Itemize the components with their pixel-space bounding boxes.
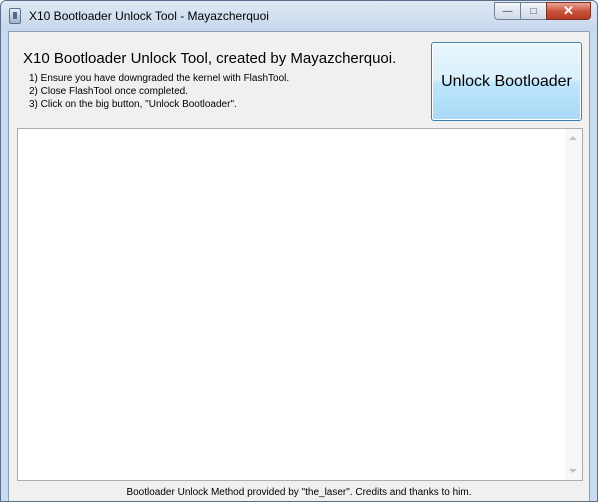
app-icon[interactable] [9,8,21,24]
close-icon: ✕ [563,3,574,18]
title-bar[interactable]: X10 Bootloader Unlock Tool - Mayazcherqu… [1,1,597,31]
minimize-icon: — [502,5,513,17]
close-button[interactable]: ✕ [546,2,591,20]
maximize-icon: □ [530,5,537,17]
credits-footer: Bootloader Unlock Method provided by "th… [126,487,472,498]
unlock-bootloader-button[interactable]: Unlock Bootloader [431,42,582,121]
minimize-button[interactable]: — [494,2,521,20]
instruction-list: 1) Ensure you have downgraded the kernel… [29,72,289,111]
instruction-step-1: 1) Ensure you have downgraded the kernel… [29,73,290,84]
window-controls: — □ ✕ [494,2,591,21]
instruction-step-2: 2) Close FlashTool once completed. [29,86,188,97]
app-window: X10 Bootloader Unlock Tool - Mayazcherqu… [0,0,598,502]
client-area: X10 Bootloader Unlock Tool, created by M… [8,31,590,501]
vertical-scrollbar[interactable] [565,129,582,480]
window-title: X10 Bootloader Unlock Tool - Mayazcherqu… [29,9,269,23]
tool-headline: X10 Bootloader Unlock Tool, created by M… [23,50,397,67]
maximize-button[interactable]: □ [520,2,547,20]
scroll-up-arrow-icon[interactable] [569,136,577,140]
output-log[interactable] [17,128,583,481]
instruction-step-3: 3) Click on the big button, "Unlock Boot… [29,99,237,110]
scroll-down-arrow-icon[interactable] [569,469,577,473]
